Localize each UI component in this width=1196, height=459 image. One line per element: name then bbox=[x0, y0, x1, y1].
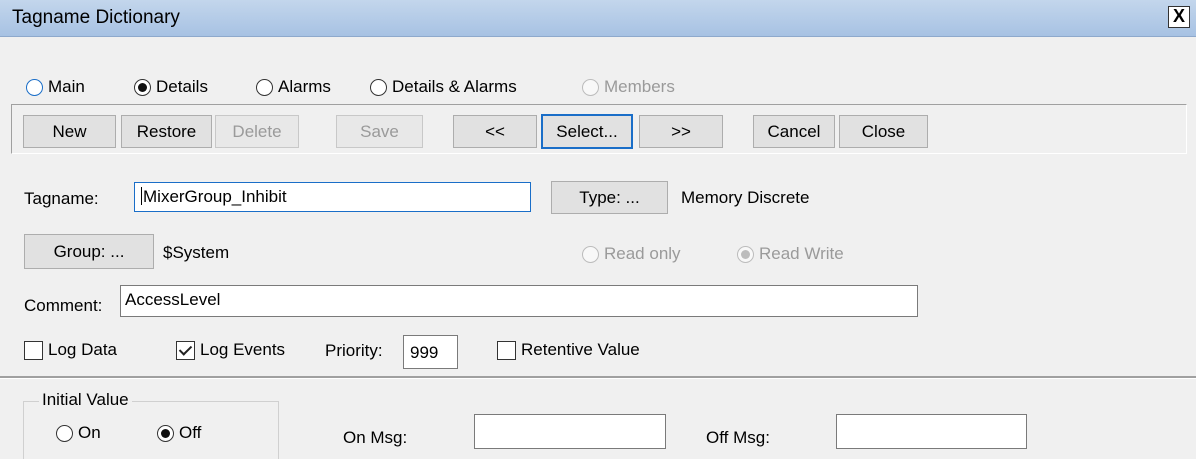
retentive-value-checkbox[interactable]: Retentive Value bbox=[497, 340, 640, 360]
comment-label: Comment: bbox=[24, 296, 103, 315]
close-button[interactable]: Close bbox=[839, 115, 928, 148]
log-events-label: Log Events bbox=[200, 340, 286, 359]
on-label: On bbox=[78, 423, 101, 442]
radio-alarms[interactable]: Alarms bbox=[256, 77, 331, 97]
on-msg-input[interactable] bbox=[474, 414, 666, 449]
tagname-input[interactable]: MixerGroup_Inhibit bbox=[134, 182, 531, 212]
previous-button[interactable]: << bbox=[453, 115, 537, 148]
radio-details-alarms-label: Details & Alarms bbox=[392, 77, 517, 96]
group-button[interactable]: Group: ... bbox=[24, 234, 154, 269]
tagname-label: Tagname: bbox=[24, 189, 99, 208]
radio-circle-icon bbox=[582, 245, 599, 263]
checkbox-icon bbox=[24, 340, 43, 360]
radio-circle-icon bbox=[582, 78, 599, 96]
type-button[interactable]: Type: ... bbox=[551, 181, 668, 214]
radio-circle-icon bbox=[256, 78, 273, 96]
radio-on[interactable]: On bbox=[56, 423, 101, 443]
delete-button: Delete bbox=[215, 115, 299, 148]
radio-circle-icon bbox=[56, 424, 73, 442]
on-msg-label: On Msg: bbox=[343, 428, 408, 447]
radio-off[interactable]: Off bbox=[157, 423, 201, 443]
close-icon[interactable]: X bbox=[1168, 6, 1190, 28]
checkmark-icon bbox=[176, 340, 195, 360]
radio-details-alarms[interactable]: Details & Alarms bbox=[370, 77, 517, 97]
radio-members-label: Members bbox=[604, 77, 675, 96]
save-button: Save bbox=[336, 115, 423, 148]
priority-label: Priority: bbox=[325, 341, 383, 360]
comment-input[interactable]: AccessLevel bbox=[120, 285, 918, 317]
restore-button[interactable]: Restore bbox=[121, 115, 212, 148]
radio-main[interactable]: Main bbox=[26, 77, 85, 97]
type-value: Memory Discrete bbox=[681, 188, 810, 207]
log-events-checkbox[interactable]: Log Events bbox=[176, 340, 285, 360]
cancel-button[interactable]: Cancel bbox=[753, 115, 835, 148]
retentive-value-label: Retentive Value bbox=[521, 340, 640, 359]
radio-main-label: Main bbox=[48, 77, 85, 96]
select-button[interactable]: Select... bbox=[541, 114, 633, 149]
off-label: Off bbox=[179, 423, 202, 442]
radio-details[interactable]: Details bbox=[134, 77, 208, 97]
radio-circle-icon bbox=[370, 78, 387, 96]
new-button[interactable]: New bbox=[23, 115, 116, 148]
checkbox-icon bbox=[497, 340, 516, 360]
text-caret bbox=[141, 187, 142, 205]
initial-value-title: Initial Value bbox=[39, 390, 132, 410]
next-button[interactable]: >> bbox=[639, 115, 723, 148]
group-value: $System bbox=[163, 243, 230, 262]
window-title: Tagname Dictionary bbox=[12, 7, 180, 28]
radio-alarms-label: Alarms bbox=[278, 77, 331, 96]
off-msg-label: Off Msg: bbox=[706, 428, 770, 447]
radio-members: Members bbox=[582, 77, 675, 97]
radio-circle-icon bbox=[26, 78, 43, 96]
radio-circle-icon bbox=[134, 78, 151, 96]
read-only-label: Read only bbox=[604, 244, 681, 263]
section-divider bbox=[0, 376, 1196, 379]
off-msg-input[interactable] bbox=[836, 414, 1027, 449]
read-write-label: Read Write bbox=[759, 244, 844, 263]
radio-circle-icon bbox=[737, 245, 754, 263]
priority-input[interactable]: 999 bbox=[403, 335, 458, 369]
log-data-checkbox[interactable]: Log Data bbox=[24, 340, 117, 360]
tagname-value: MixerGroup_Inhibit bbox=[143, 187, 287, 206]
radio-circle-icon bbox=[157, 424, 174, 442]
radio-read-only: Read only bbox=[582, 244, 681, 264]
log-data-label: Log Data bbox=[48, 340, 117, 359]
radio-details-label: Details bbox=[156, 77, 208, 96]
radio-read-write: Read Write bbox=[737, 244, 844, 264]
